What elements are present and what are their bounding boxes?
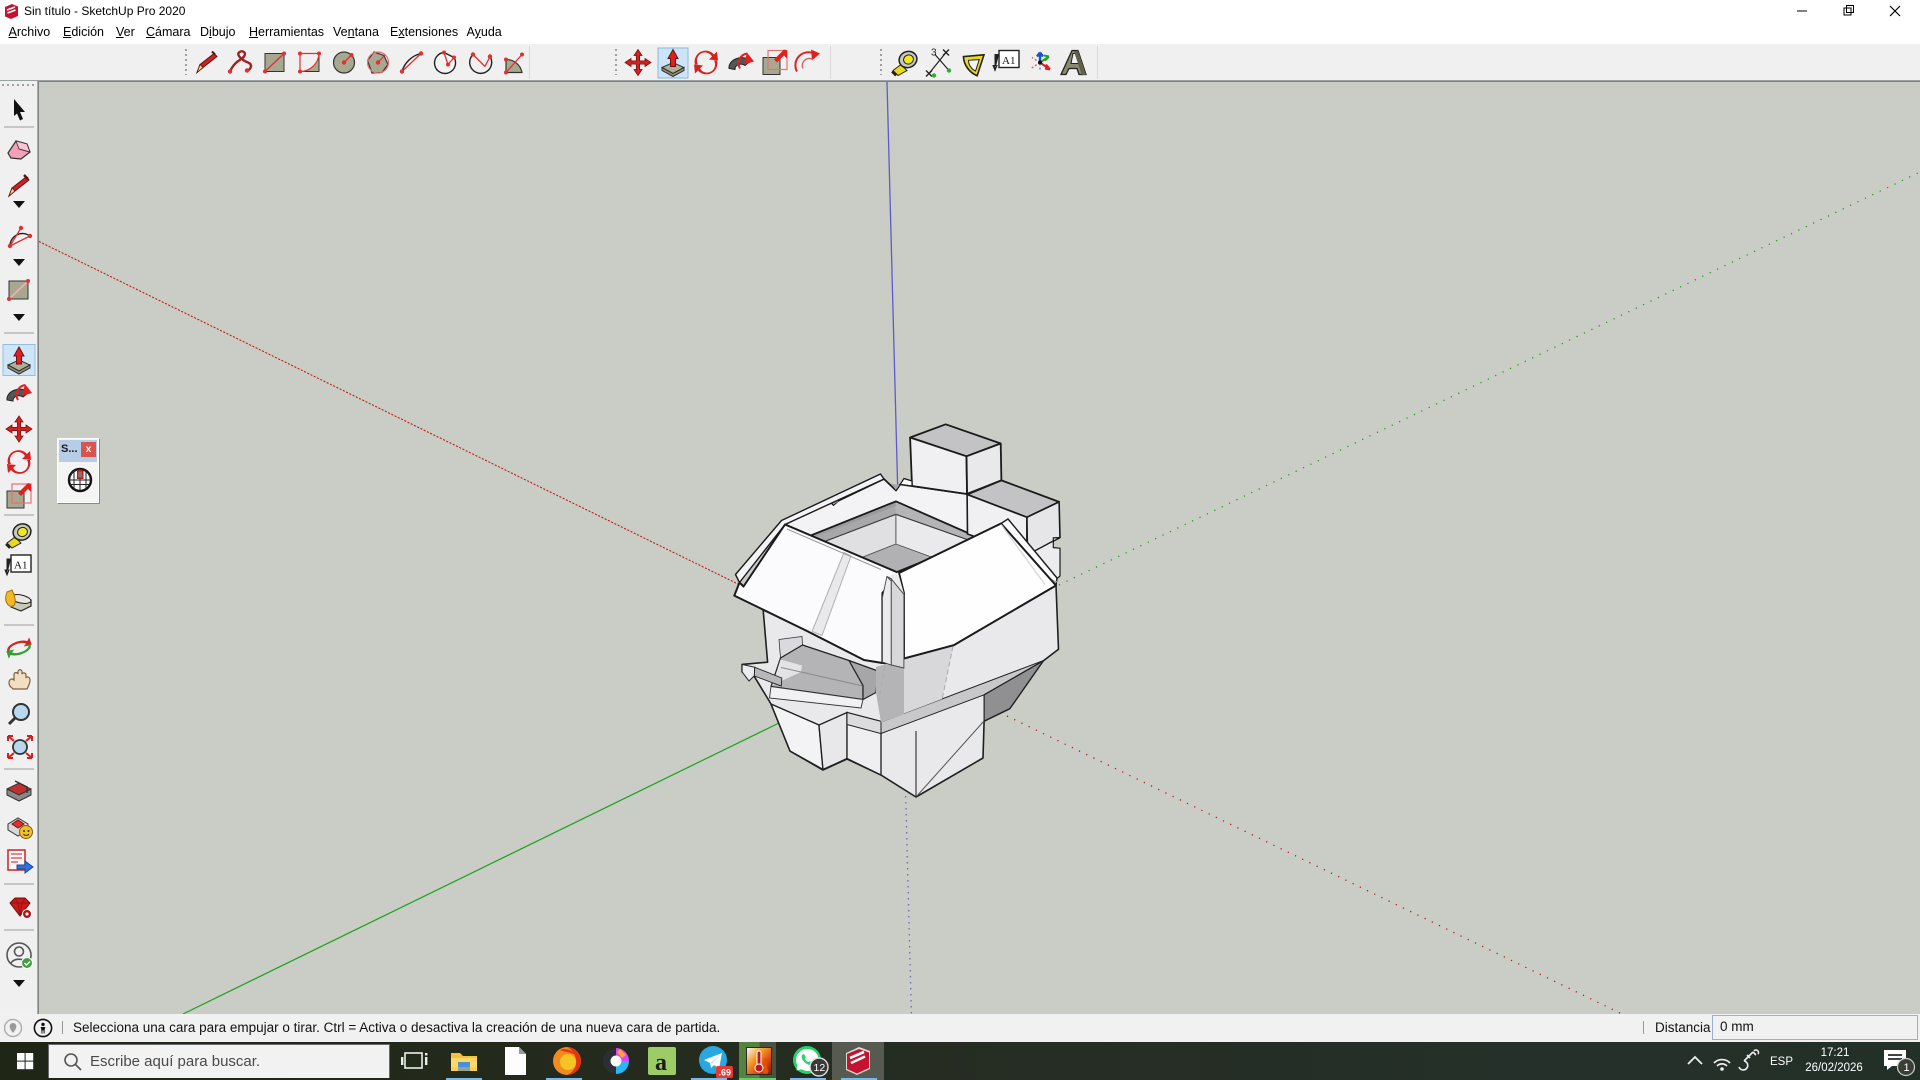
svg-text:.69: .69 (719, 1068, 732, 1078)
svg-text:12: 12 (814, 1062, 826, 1074)
svg-text:A1: A1 (1002, 55, 1015, 67)
svg-text:1: 1 (1904, 1062, 1910, 1074)
svg-text:a: a (655, 1050, 667, 1076)
svg-text:A1: A1 (14, 560, 27, 572)
svg-text:3: 3 (931, 48, 937, 59)
